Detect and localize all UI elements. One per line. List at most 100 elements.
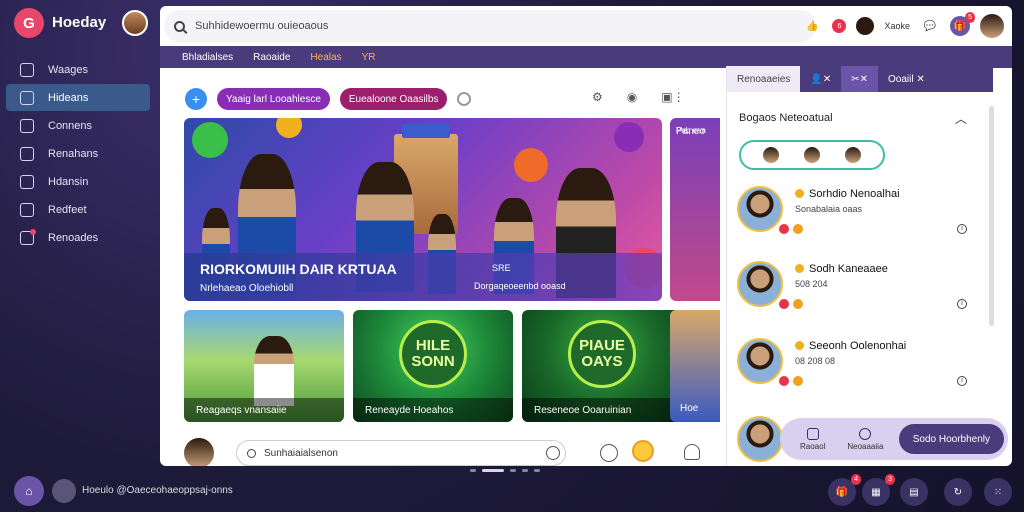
sidebar-item-document[interactable]: Redfeet [6,196,150,223]
entry-name: Seeonh Oolenonhai [795,340,906,352]
panel-title: Bogaos Neteoatual [739,112,833,124]
app-name: Hoeday [52,14,107,31]
page-dot-active [482,469,504,472]
camera-icon[interactable]: ◉ [627,90,637,104]
hero-tag: SRE [492,263,511,273]
home-icon[interactable]: ⌂ [14,476,44,506]
thumbnail-label: Reneayde Hoeahos [353,398,513,422]
add-icon[interactable]: + [185,88,207,110]
entry-avatar [737,416,783,462]
alert-badge[interactable]: 6 [832,19,847,33]
subnav-item[interactable]: Bhladialses [182,52,233,63]
header-actions: 👍 6 Xaoke 💬 🎁 5 [802,11,1004,41]
action-item[interactable]: Raoaol [800,427,825,451]
content-feed: + Yaaig larl Looahlesce Euealoone Oaasil… [160,68,720,466]
tab-second-label: Ooaiil [887,73,914,85]
more-icon[interactable]: ▣⋮ [661,90,684,104]
person-figure [254,336,294,406]
entry-name: Sodh Kaneaaee [795,263,888,275]
sidebar-item-label: Hdansin [48,175,89,188]
list-item[interactable]: Sorhdio Nenoalhai Sonabalaia oaas i [737,186,977,246]
status-avatar[interactable] [52,479,76,503]
participants-pill[interactable] [739,140,885,170]
people-icon [20,118,34,133]
balloon-decoration [276,118,302,138]
action-item[interactable]: Neoaaaiia [847,427,883,451]
play-icon [514,148,548,182]
right-panel: Renoaaeies 👤✕ ✂✕ Ooaiil ✕ Bogaos Neteoat… [726,66,994,466]
comment-placeholder: Sunhaiaialsenon [264,447,338,459]
video-thumbnail[interactable]: PIAUE OAYS Reseneoe Ooaruinian [522,310,682,422]
thumbnail-label: Reagaeqs vnansaiie [184,398,344,422]
sidebar-item-bookmark[interactable]: Renahans [6,140,150,167]
gift-icon[interactable]: 🎁 5 [950,12,975,36]
sidebar-item-notifications[interactable]: Renoades [6,224,150,251]
footer-badge: 3 [885,474,895,485]
tools-icon[interactable]: ✂✕ [841,66,878,92]
video-thumbnail[interactable]: Hoe [670,310,720,422]
list-item[interactable]: Seeonh Oolenonhai 08 208 08 i [737,338,977,398]
user-avatar[interactable] [122,10,148,36]
store-icon[interactable]: ▤ [900,478,928,506]
hero-title: RIORKOMUIIH DAIR KRTUAA [200,261,397,277]
footer-text: Hoeulo @Oaeceohaeoppsaj-onns [82,485,233,496]
tab-first[interactable]: Renoaaeies [727,66,801,92]
settings-icon[interactable]: ⚙ [592,90,603,104]
chat-icon[interactable]: 💬 [920,16,940,36]
sidebar-item-people[interactable]: Connens [6,112,150,139]
filter-chip[interactable]: Euealoone Oaasilbs [339,88,448,110]
entry-avatar [737,338,783,384]
header-user-label[interactable]: Xaoke [884,21,910,31]
subnav-item[interactable]: Raoaide [253,52,290,63]
list-item[interactable]: Sodh Kaneaaee 508 204 i [737,261,977,321]
document-icon [20,202,34,217]
account-avatar[interactable] [980,14,1004,38]
sub-navigation: Bhladialses Raoaide Healas YR [160,46,1012,68]
info-icon[interactable]: i [957,376,967,386]
profile-icon[interactable] [684,444,700,460]
pagination-dots[interactable] [470,469,540,472]
refresh-icon[interactable]: ↻ [944,478,972,506]
page-dot [510,469,516,472]
user-icon[interactable]: 👤✕ [800,66,841,92]
video-thumbnail[interactable]: HILE SONN Reneayde Hoeahos [353,310,513,422]
chevron-up-icon[interactable]: ︿ [955,110,967,127]
next-card[interactable]: Paneo Pab ean [670,118,720,301]
hero-banner[interactable]: RIORKOMUIIH DAIR KRTUAA Nrlehaeao Oloehi… [184,118,662,301]
tab-second[interactable]: Ooaiil ✕ [878,66,935,92]
subnav-item-active[interactable]: Healas [310,52,341,63]
primary-cta-button[interactable]: Sodo Hoorbhenly [898,424,1004,454]
app-logo[interactable]: G [14,8,44,38]
reply-icon[interactable] [600,444,618,462]
like-icon[interactable]: 👍 [802,16,822,36]
sidebar-item-grid[interactable]: Hideans [6,84,150,111]
reward-icon[interactable] [632,440,654,462]
comment-input[interactable]: Sunhaiaialsenon [236,440,566,466]
apps-icon[interactable]: ⁙ [984,478,1012,506]
filter-chip[interactable]: Yaaig larl Looahlesce [217,88,330,110]
ring-icon[interactable] [457,92,472,106]
balloon-decoration [192,122,228,158]
search-input[interactable]: Suhhidewoermu ouieoaous [164,10,816,42]
info-icon[interactable]: i [957,224,967,234]
sidebar-item-home[interactable]: Waages [6,56,150,83]
person-icon [806,427,819,440]
emoji-icon[interactable] [546,446,560,460]
panel-action-bar: Raoaol Neoaaaiia Sodo Hoorbhenly [780,418,1008,460]
comment-composer: Sunhaiaialsenon [184,438,714,466]
sidebar-item-label: Hideans [48,91,89,104]
entry-name: Sorhdio Nenoalhai [795,188,900,200]
scrollbar[interactable] [989,106,994,326]
video-thumbnail[interactable]: Reagaeqs vnansaiie [184,310,344,422]
gift-icon[interactable]: 🎁 4 [828,474,861,506]
profile-avatar[interactable] [856,17,875,35]
thumbnail-label: Reseneoe Ooaruinian [522,398,682,422]
sidebar-item-folder[interactable]: Hdansin [6,168,150,195]
grid-icon [20,90,34,105]
composer-avatar [184,438,214,466]
calendar-icon[interactable]: ▦ 3 [862,474,895,506]
info-icon[interactable]: i [957,299,967,309]
sidebar-item-label: Renoades [48,231,99,244]
bookmark-icon [20,146,34,161]
subnav-item[interactable]: YR [362,52,376,63]
